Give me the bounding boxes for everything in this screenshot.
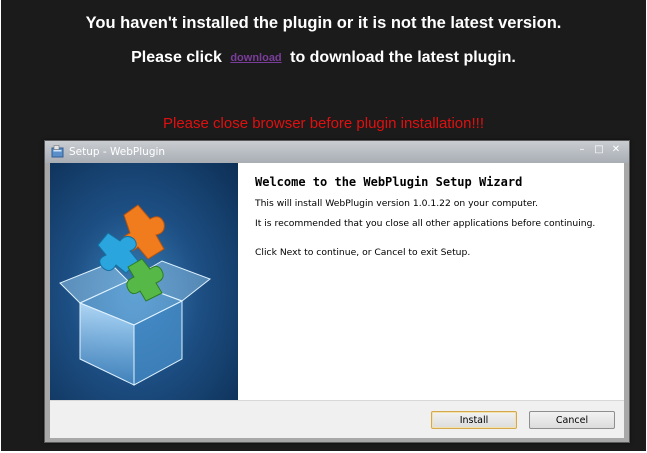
install-version-text: This will install WebPlugin version 1.0.…	[255, 198, 539, 209]
wizard-client-area: Welcome to the WebPlugin Setup Wizard Th…	[50, 163, 624, 438]
title-bar[interactable]: Setup - WebPlugin – □ ✕	[45, 141, 629, 163]
setup-window: Setup - WebPlugin – □ ✕ Welcome to the W…	[44, 140, 630, 443]
plugin-missing-message: You haven't installed the plugin or it i…	[85, 14, 562, 32]
plugin-notice-page: You haven't installed the plugin or it i…	[1, 0, 646, 451]
close-apps-recommendation: It is recommended that you close all oth…	[255, 218, 596, 229]
wizard-button-bar: Install Cancel	[50, 400, 624, 438]
wizard-welcome-panel: Welcome to the WebPlugin Setup Wizard Th…	[238, 163, 624, 400]
minimize-icon[interactable]: –	[575, 144, 589, 155]
setup-app-icon	[51, 145, 64, 158]
install-button[interactable]: Install	[431, 411, 517, 429]
cancel-button[interactable]: Cancel	[529, 411, 615, 429]
download-instruction: Please click download to download the la…	[1, 49, 646, 67]
instruction-prefix: Please click	[131, 49, 222, 66]
close-browser-warning: Please close browser before plugin insta…	[162, 115, 484, 132]
wizard-banner-image	[50, 163, 238, 400]
instruction-suffix: to download the latest plugin.	[290, 49, 516, 66]
maximize-icon[interactable]: □	[592, 144, 606, 155]
download-link[interactable]: download	[226, 52, 285, 64]
continue-instruction: Click Next to continue, or Cancel to exi…	[255, 247, 471, 258]
close-icon[interactable]: ✕	[609, 144, 623, 155]
window-title: Setup - WebPlugin	[69, 146, 166, 158]
wizard-heading: Welcome to the WebPlugin Setup Wizard	[255, 175, 523, 189]
puzzle-box-icon	[59, 204, 212, 386]
